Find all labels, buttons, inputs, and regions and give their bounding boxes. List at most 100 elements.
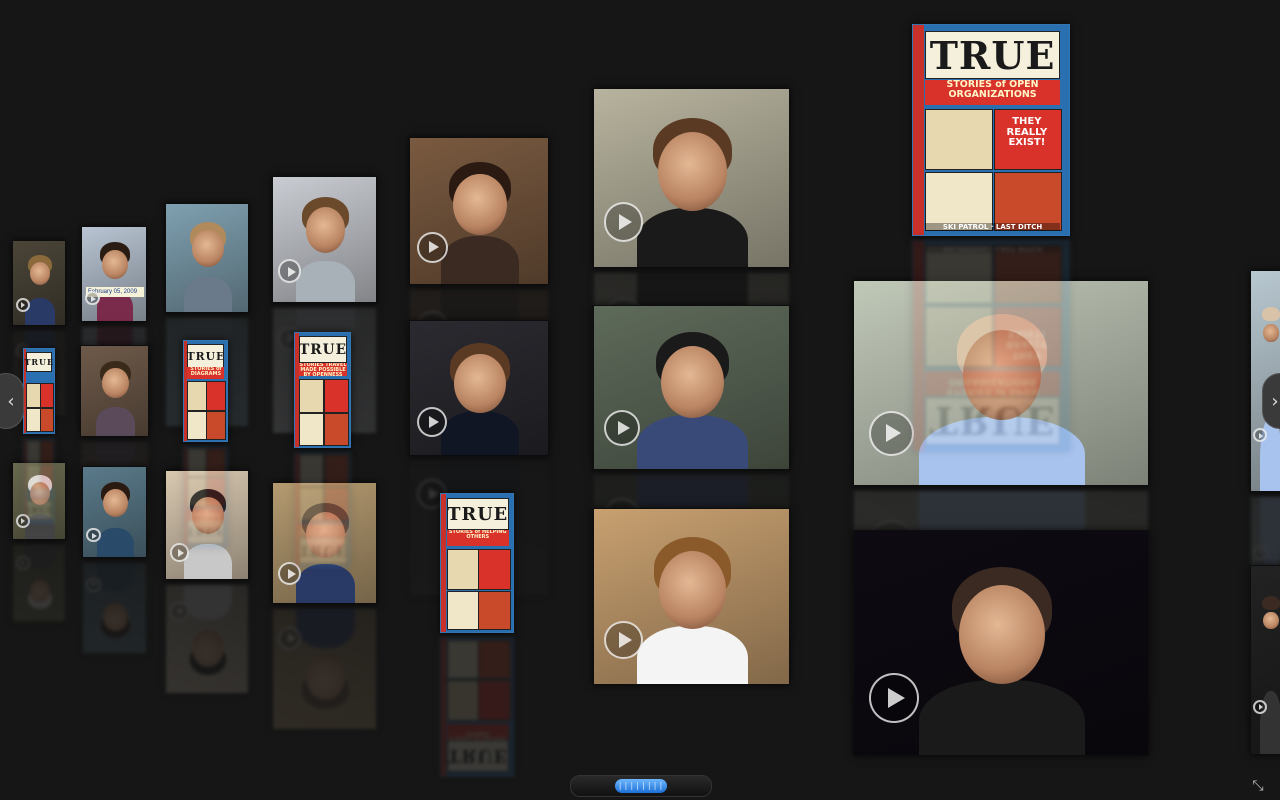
reflection-part[interactable]	[170, 602, 189, 621]
comic-subtitle: STORIES of HELPING OTHERS	[446, 529, 509, 547]
video-thumbnail[interactable]	[82, 466, 147, 558]
video-thumbnail[interactable]: February 05, 2009	[81, 226, 147, 322]
comic-title: TRUE	[24, 351, 53, 372]
person-face	[1263, 611, 1279, 630]
video-thumbnail[interactable]	[593, 508, 790, 685]
comic-panel	[206, 411, 227, 440]
video-thumbnail[interactable]	[80, 345, 149, 437]
comic-cover[interactable]: TRUE STORIES of HELPING OTHERS	[440, 493, 514, 633]
play-icon[interactable]	[86, 527, 101, 543]
reflection-part[interactable]	[15, 556, 30, 571]
comic-subtitle: STORIES of OPEN ORGANIZATIONS	[925, 79, 1060, 105]
comic-cover[interactable]: TRUE STORIES TRAVEL MADE POSSIBLE BY OPEN…	[294, 332, 351, 448]
play-icon[interactable]	[868, 410, 915, 457]
reflection-part	[97, 562, 134, 593]
reflection-part: STORIES of OPEN ORGANIZATIONS	[925, 371, 1060, 397]
comic-spine	[441, 494, 447, 632]
reflection-part	[323, 454, 349, 488]
comic-spine	[913, 25, 924, 235]
play-icon[interactable]	[85, 290, 100, 306]
person-figure	[296, 563, 355, 603]
wall-scrollbar[interactable]: ||||||||	[570, 775, 712, 797]
reflection-part	[446, 640, 479, 680]
reflection-part	[184, 584, 232, 621]
comic-cover[interactable]: TRUE STORIES of DIAGRAMS	[183, 340, 228, 442]
comic-subtitle: STORIES TRAVEL MADE POSSIBLE BY OPENNESS	[299, 362, 347, 377]
fullscreen-toggle-icon[interactable]: ⤡	[1248, 776, 1268, 796]
reflection-part: STORIES TRAVEL MADE POSSIBLE BY OPENNESS	[299, 523, 347, 538]
comic-subtitle: STORIES of DIAGRAMS	[187, 367, 225, 379]
video-thumbnail[interactable]	[593, 88, 790, 268]
tile-reflection: TRUE STORIES of OPEN ORGANIZATIONS THEY RE…	[912, 240, 1070, 452]
previous-page-button[interactable]: ‹	[0, 373, 24, 429]
reflection-part: TRUE	[446, 739, 509, 772]
reflection-part: STORIES of DIAGRAMS	[187, 509, 225, 521]
play-icon[interactable]	[1253, 699, 1267, 714]
video-thumbnail[interactable]	[409, 137, 549, 285]
person-face	[959, 585, 1045, 684]
tile-reflection: TRUE	[23, 438, 55, 524]
reflection-part: TRUE	[24, 500, 54, 521]
person-face	[658, 132, 727, 211]
play-icon[interactable]	[278, 259, 302, 283]
tile-reflection	[12, 544, 66, 622]
reflection-part	[299, 454, 325, 488]
comic-panel	[323, 412, 349, 446]
comic-panel	[478, 549, 511, 590]
person-figure	[440, 410, 520, 455]
next-page-button[interactable]: ›	[1262, 373, 1280, 429]
reflection-part	[192, 629, 224, 667]
person-hair	[1262, 306, 1280, 321]
reflection-part	[478, 640, 511, 680]
video-thumbnail[interactable]	[1250, 565, 1280, 755]
reflection-part	[206, 448, 227, 477]
reflection-part	[39, 463, 55, 490]
tile-reflection: TRUE STORIES TRAVEL MADE POSSIBLE BY OPEN…	[294, 452, 351, 568]
reflection-part[interactable]	[1253, 545, 1267, 560]
play-icon[interactable]	[417, 406, 447, 437]
person-face	[661, 345, 724, 418]
comic-panel	[206, 381, 227, 411]
video-thumbnail[interactable]	[409, 320, 549, 456]
reflection-part: SKI PATROL · LAST DITCH	[925, 245, 1060, 254]
tile-reflection: TRUE STORIES of HELPING OTHERS	[440, 637, 514, 777]
person-face	[658, 551, 727, 629]
reflection-part	[446, 680, 479, 721]
reflection-part	[478, 680, 511, 721]
person-figure	[440, 235, 520, 284]
play-icon[interactable]	[868, 673, 919, 724]
comic-panel	[446, 590, 479, 630]
scrollbar-thumb[interactable]: ||||||||	[615, 779, 667, 793]
play-icon[interactable]	[603, 202, 644, 242]
person-face	[453, 173, 507, 235]
reflection-part[interactable]	[86, 577, 101, 593]
reflection-part: TRUE	[299, 536, 347, 564]
reflection-part	[925, 306, 993, 367]
play-icon[interactable]	[417, 232, 448, 263]
play-icon[interactable]	[15, 297, 30, 312]
reflection-part	[187, 448, 208, 477]
comic-title: TRUE	[187, 344, 225, 368]
person-figure	[296, 260, 355, 302]
reflection-part	[187, 477, 208, 507]
person-figure	[637, 207, 748, 267]
reflection-part	[299, 487, 325, 522]
video-thumbnail[interactable]	[272, 176, 377, 303]
comic-panel-text: THEY REALLY EXIST!	[1006, 116, 1048, 149]
video-thumbnail[interactable]	[165, 203, 249, 313]
play-icon[interactable]	[603, 620, 643, 660]
tile-reflection	[82, 562, 147, 654]
person-figure	[96, 406, 135, 436]
video-thumbnail[interactable]	[12, 240, 66, 326]
comic-cover[interactable]: TRUE	[23, 348, 55, 434]
comic-title: TRUE	[299, 336, 347, 364]
chevron-left-icon: ‹	[7, 390, 15, 412]
comic-panel	[187, 381, 208, 411]
video-thumbnail[interactable]	[593, 305, 790, 470]
reflection-part: THEY REALLY EXIST!	[1006, 327, 1048, 360]
person-face	[1263, 324, 1279, 342]
video-thumbnail[interactable]	[853, 530, 1149, 756]
reflection-part	[913, 241, 924, 451]
reflection-part	[296, 608, 355, 649]
comic-cover[interactable]: TRUE STORIES of OPEN ORGANIZATIONS THEY RE…	[912, 24, 1070, 236]
